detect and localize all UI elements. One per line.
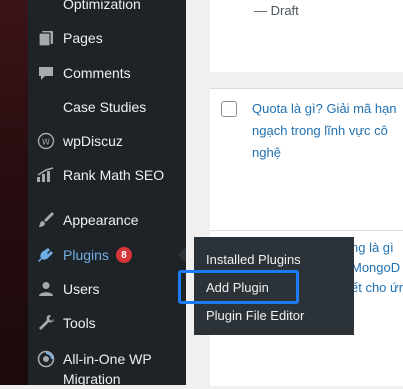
rank-math-icon [36,165,56,185]
submenu-plugin-file-editor[interactable]: Plugin File Editor [206,308,304,323]
post-row-draft [210,0,403,72]
sidebar-item-comments[interactable]: Comments [28,57,186,89]
paintbrush-icon [36,210,56,230]
sidebar-item-label: Tools [63,315,96,331]
sidebar-item-label: Users [63,281,100,297]
admin-sidebar: Optimization Pages Comments Case Studies… [28,0,186,387]
svg-text:W: W [42,138,50,147]
wrench-icon [36,313,56,333]
pages-icon [36,28,56,48]
add-plugin-highlight-box [178,270,299,304]
sidebar-item-label: All-in-One WP Migration [63,349,152,389]
wpdiscuz-icon: W [36,131,56,151]
post-title-line: ngạch trong lĩnh vực cô [252,123,388,138]
sidebar-item-label: wpDiscuz [63,133,123,149]
left-edge-background [0,0,28,385]
post-title-link[interactable]: Quota là gì? Giải mã hạn ngạch trong lĩn… [252,98,402,164]
comments-icon [36,63,56,83]
draft-status: — Draft [254,3,299,18]
sidebar-item-case-studies[interactable]: Case Studies [28,91,186,123]
sidebar-item-label: Case Studies [63,99,147,115]
submenu-installed-plugins[interactable]: Installed Plugins [206,252,301,267]
post-title-line: nghệ [252,145,281,160]
sidebar-item-tools[interactable]: Tools [28,307,186,339]
sidebar-item-label: Pages [63,30,103,46]
sidebar-item-pages[interactable]: Pages [28,22,186,54]
migration-icon [36,349,56,369]
sidebar-item-all-in-one-wp-migration[interactable]: All-in-One WP Migration [28,349,186,389]
sidebar-item-appearance[interactable]: Appearance [28,204,186,236]
post-title-line: MongoD [351,260,401,275]
label-line-1: All-in-One WP [63,351,152,367]
sidebar-item-label: Optimization [63,0,141,12]
sidebar-item-optimization[interactable]: Optimization [28,0,186,20]
plugin-icon [36,245,56,265]
post-title-line: ết cho ứn [351,280,403,295]
post-title-link[interactable]: ng là gì MongoD ết cho ứn [351,238,403,298]
sidebar-item-wpdiscuz[interactable]: W wpDiscuz [28,125,186,157]
sidebar-item-rank-math-seo[interactable]: Rank Math SEO [28,159,186,191]
row-select-checkbox[interactable] [221,101,237,117]
users-icon [36,279,56,299]
sidebar-item-users[interactable]: Users [28,273,186,305]
sidebar-item-label: Rank Math SEO [63,167,165,183]
post-title-line: Quota là gì? Giải mã hạn [252,101,397,116]
update-count-badge: 8 [115,247,132,263]
sidebar-item-plugins[interactable]: Plugins 8 [28,239,186,271]
sidebar-item-label: Plugins [63,247,109,263]
sidebar-item-label: Appearance [63,212,139,228]
sidebar-item-label: Comments [63,65,131,81]
post-title-line: ng là gì [351,240,394,255]
